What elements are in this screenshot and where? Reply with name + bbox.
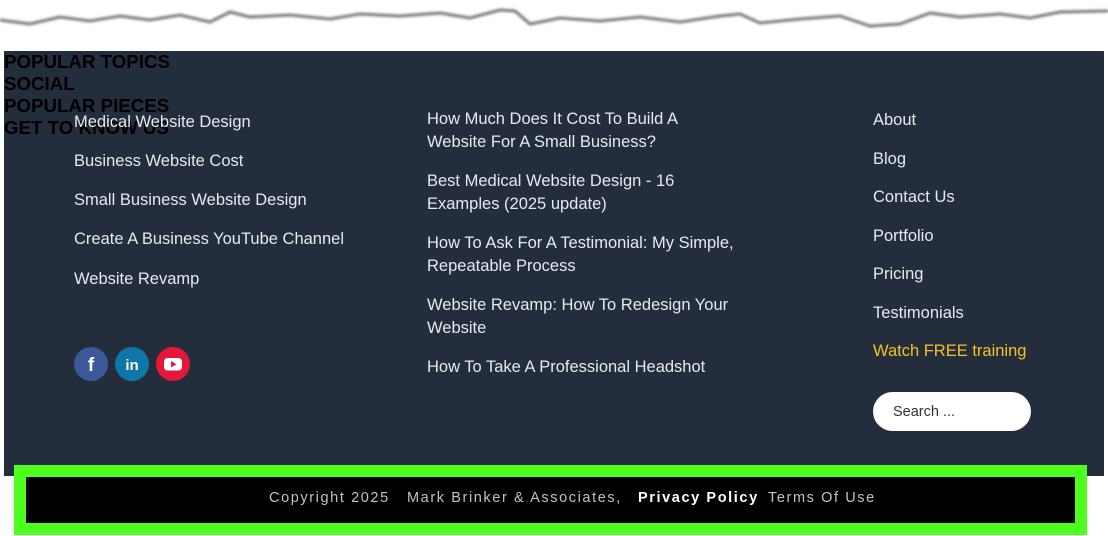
topic-link-business-website-cost[interactable]: Business Website Cost <box>74 150 243 173</box>
torn-paper-edge <box>0 8 1108 28</box>
topic-link-website-revamp[interactable]: Website Revamp <box>74 268 199 291</box>
copyright-bar: Copyright 2025 Mark Brinker & Associates… <box>14 465 1087 535</box>
piece-link-testimonial-line2[interactable]: Repeatable Process <box>427 255 576 278</box>
piece-link-medical-design-line2[interactable]: Examples (2025 update) <box>427 193 607 216</box>
nav-link-testimonials[interactable]: Testimonials <box>873 302 964 325</box>
piece-link-cost-line1[interactable]: How Much Does It Cost To Build A <box>427 108 678 131</box>
linkedin-icon: in <box>125 357 138 374</box>
topic-link-create-youtube-channel[interactable]: Create A Business YouTube Channel <box>74 228 344 251</box>
popular-topics-column: POPULAR TOPICS Medical Website Design Bu… <box>4 51 1104 381</box>
site-footer: POPULAR TOPICS Medical Website Design Bu… <box>4 51 1104 476</box>
nav-link-blog[interactable]: Blog <box>873 148 906 171</box>
piece-link-medical-design-line1[interactable]: Best Medical Website Design - 16 <box>427 170 674 193</box>
piece-link-testimonial-line1[interactable]: How To Ask For A Testimonial: My Simple, <box>427 232 734 255</box>
youtube-button[interactable] <box>156 347 190 381</box>
search-input[interactable] <box>873 392 1031 431</box>
topic-link-medical-website-design[interactable]: Medical Website Design <box>74 111 251 134</box>
terms-of-use-link[interactable]: Terms Of Use <box>768 490 876 506</box>
facebook-button[interactable]: f <box>74 347 108 381</box>
privacy-policy-link[interactable]: Privacy Policy <box>638 490 759 506</box>
popular-topics-heading: POPULAR TOPICS <box>4 51 170 72</box>
youtube-icon <box>164 358 182 371</box>
topic-link-small-business-website-design[interactable]: Small Business Website Design <box>74 189 307 212</box>
social-heading: SOCIAL <box>4 73 75 94</box>
nav-link-pricing[interactable]: Pricing <box>873 263 923 286</box>
copyright-text: Copyright 2025 <box>269 490 390 506</box>
nav-link-portfolio[interactable]: Portfolio <box>873 225 934 248</box>
linkedin-button[interactable]: in <box>115 347 149 381</box>
piece-link-revamp-line2[interactable]: Website <box>427 317 486 340</box>
piece-link-headshot[interactable]: How To Take A Professional Headshot <box>427 356 705 379</box>
nav-link-about[interactable]: About <box>873 109 916 132</box>
svg-text:f: f <box>88 355 95 376</box>
svg-text:in: in <box>125 357 138 374</box>
facebook-icon: f <box>88 355 95 376</box>
nav-link-contact-us[interactable]: Contact Us <box>873 186 955 209</box>
piece-link-cost-line2[interactable]: Website For A Small Business? <box>427 131 656 154</box>
watch-free-training-link[interactable]: Watch FREE training <box>873 340 1026 363</box>
piece-link-revamp-line1[interactable]: Website Revamp: How To Redesign Your <box>427 294 728 317</box>
company-name: Mark Brinker & Associates, <box>407 490 622 506</box>
